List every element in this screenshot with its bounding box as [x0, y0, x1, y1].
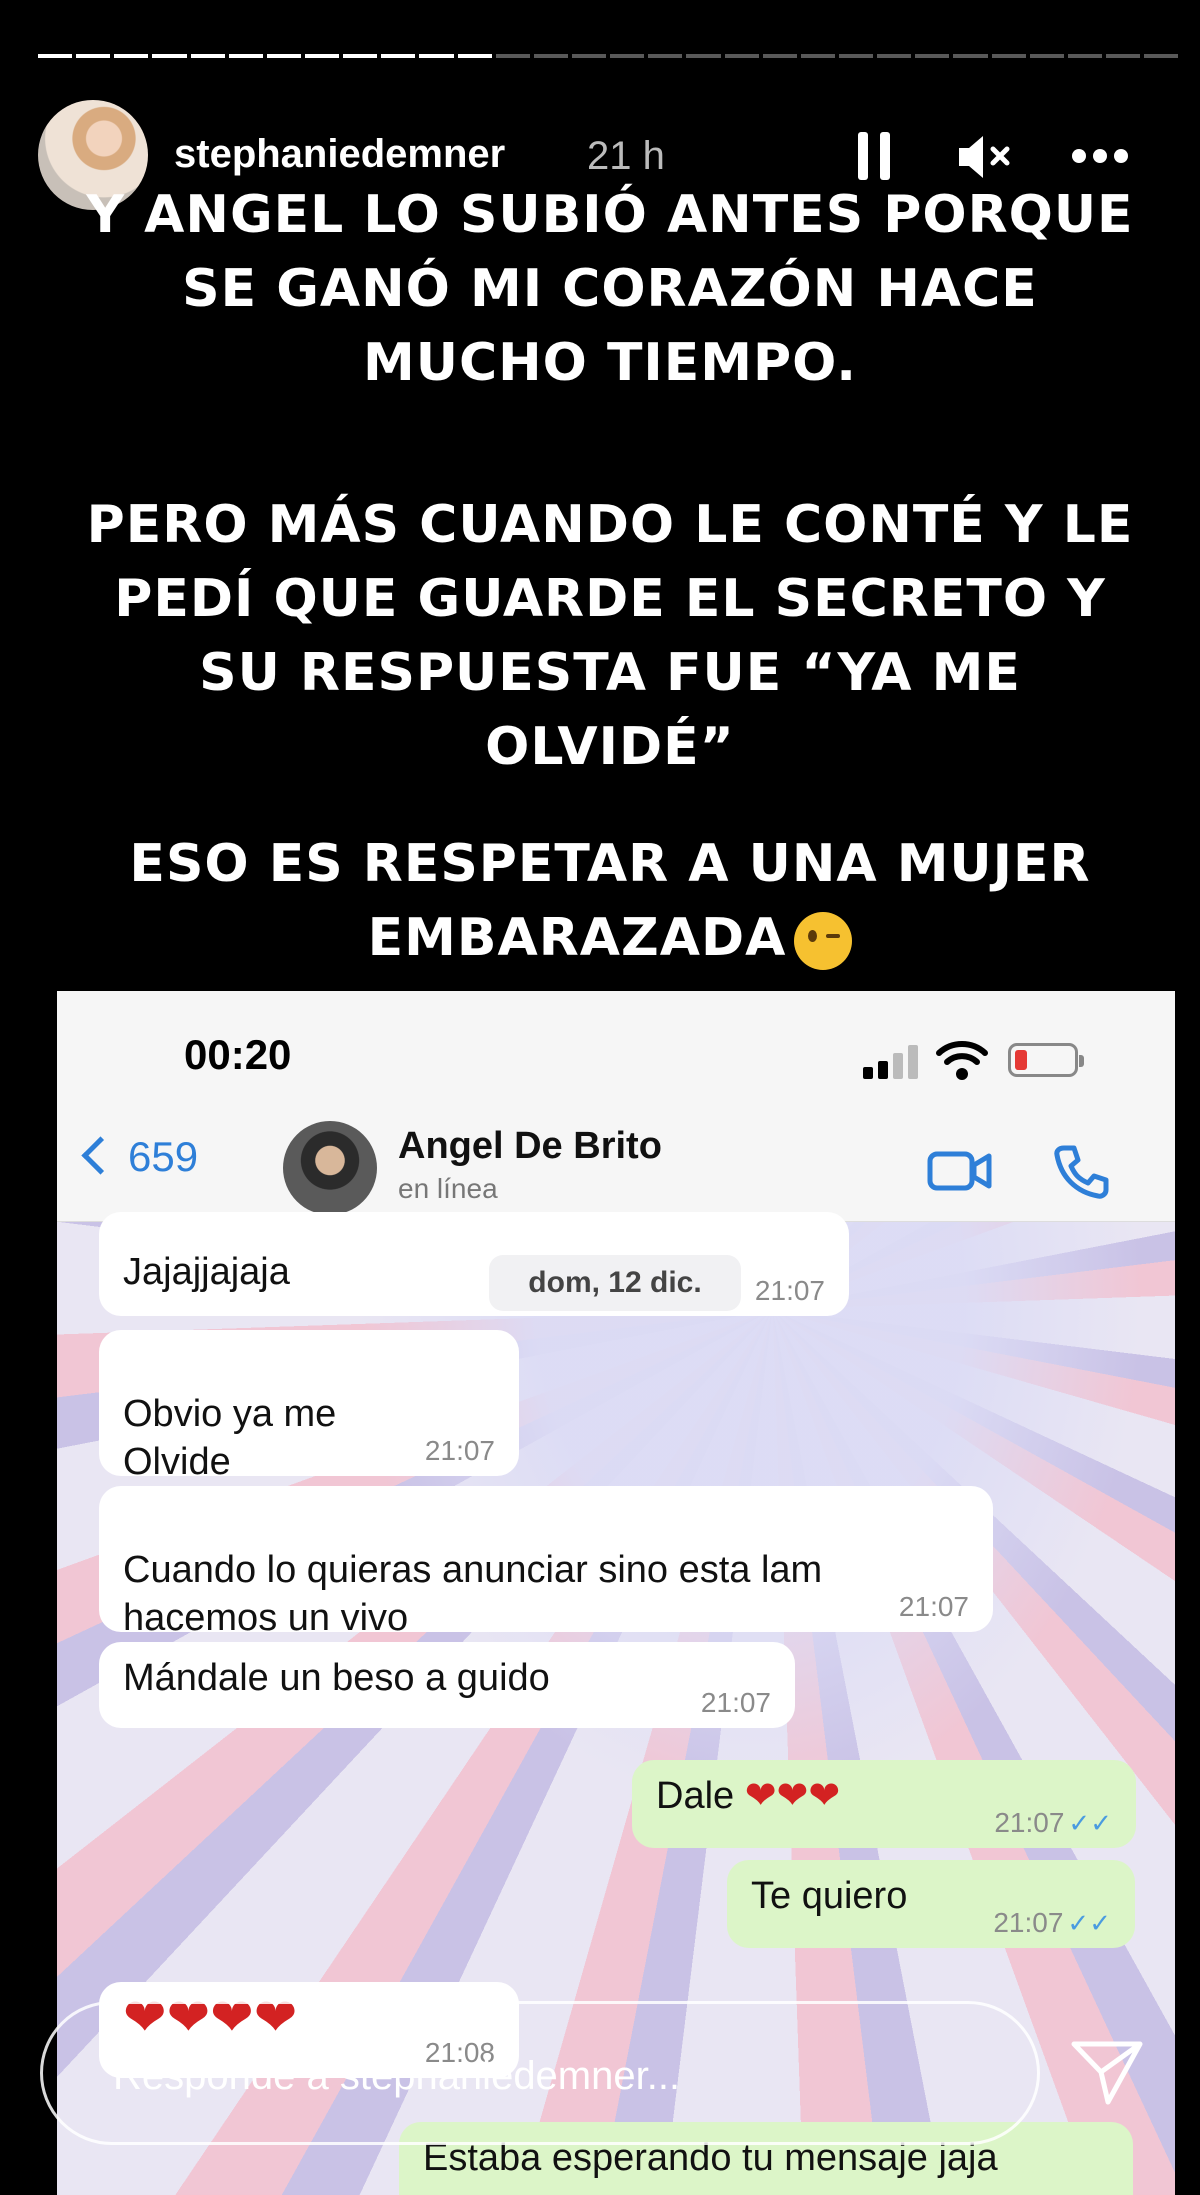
progress-segment [991, 54, 1026, 58]
message-text: Jajajjajaja [123, 1251, 290, 1293]
phone-icon[interactable] [1052, 1143, 1110, 1201]
message-text: Te quiero [751, 1875, 908, 1917]
progress-segment [915, 54, 950, 58]
message-time: 21:07 [898, 1591, 969, 1622]
message-time-text: 21:07 [993, 1907, 1064, 1938]
progress-segment [190, 54, 225, 58]
progress-segment [762, 54, 797, 58]
chat-header: 659 Angel De Brito en línea [57, 1111, 1175, 1222]
story-progress [38, 54, 1179, 59]
caption-line-3: ESO ES RESPETAR A UNA MUJER EMBARAZADA [40, 827, 1180, 975]
caption-line-1: Y ANGEL LO SUBIÓ ANTES PORQUE SE GANÓ MI… [86, 185, 1134, 393]
mute-icon[interactable] [955, 132, 1015, 182]
message-bubble-outgoing: Te quiero 21:07 ✓✓ [727, 1860, 1135, 1948]
wifi-icon [936, 1037, 988, 1081]
wink-emoji-icon [794, 912, 853, 970]
more-icon[interactable] [1072, 148, 1142, 164]
reply-placeholder: Responde a stephaniedemner... [113, 2054, 681, 2098]
message-bubble: Obvio ya me Olvide 21:07 [99, 1330, 519, 1483]
message-time: 21:07 [424, 1435, 495, 1466]
progress-segment [114, 54, 149, 58]
progress-segment [1029, 54, 1064, 58]
contact-avatar[interactable] [283, 1121, 377, 1215]
message-text: Obvio ya me Olvide [123, 1393, 337, 1483]
status-clock: 00:20 [184, 1031, 292, 1078]
progress-segment [571, 54, 607, 58]
hearts-emoji: ❤❤❤ [744, 1775, 841, 1817]
contact-name[interactable]: Angel De Brito [398, 1125, 662, 1168]
reply-input[interactable]: Responde a stephaniedemner... [40, 2001, 1040, 2145]
progress-segment [686, 54, 721, 58]
message-text: Dale [656, 1775, 735, 1817]
pause-icon[interactable] [858, 132, 892, 180]
date-chip: dom, 12 dic. [489, 1255, 741, 1311]
back-button[interactable]: 659 [81, 1133, 199, 1181]
progress-segment [228, 54, 263, 58]
progress-segment [266, 54, 301, 58]
progress-segment [343, 54, 378, 58]
phone-status-bar: 00:20 [57, 991, 1175, 1111]
progress-segment [38, 54, 73, 58]
progress-segment [419, 54, 454, 58]
username[interactable]: stephaniedemner [174, 132, 505, 177]
contact-status: en línea [398, 1173, 498, 1204]
progress-segment [152, 54, 187, 58]
progress-segment [610, 54, 645, 58]
message-text: Mándale un beso a guido [123, 1657, 550, 1699]
caption-line-2: PERO MÁS CUANDO LE CONTÉ Y LE PEDÍ QUE G… [86, 495, 1134, 777]
progress-segment [838, 54, 874, 58]
progress-segment [76, 54, 111, 58]
back-chevron-icon [81, 1136, 120, 1175]
send-icon[interactable] [1068, 2036, 1146, 2108]
progress-segment [1105, 54, 1141, 58]
message-time-text: 21:07 [994, 1807, 1065, 1838]
progress-segment [495, 54, 530, 58]
message-bubble: Mándale un beso a guido 21:07 [99, 1642, 795, 1728]
story-timestamp: 21 h [587, 134, 665, 178]
progress-segment [381, 54, 416, 58]
message-time: 21:07 ✓✓ [993, 1907, 1111, 1939]
message-time: 21:07 [754, 1275, 825, 1306]
message-bubble-outgoing: Dale ❤❤❤ 21:07 ✓✓ [632, 1760, 1136, 1848]
read-ticks-icon: ✓✓ [1067, 1908, 1111, 1938]
progress-segment [1067, 54, 1102, 58]
progress-segment [533, 54, 568, 58]
progress-segment [304, 54, 340, 58]
message-bubble: Cuando lo quieras anunciar sino esta lam… [99, 1486, 993, 1639]
caption-text: ESO ES RESPETAR A UNA MUJER EMBARAZADA [129, 834, 1091, 968]
message-time: 21:07 ✓✓ [994, 1807, 1112, 1839]
message-time: 21:07 [700, 1687, 771, 1718]
back-count: 659 [128, 1133, 199, 1180]
progress-segment [1144, 54, 1179, 58]
message-text: Cuando lo quieras anunciar sino esta lam… [123, 1549, 823, 1639]
progress-segment [800, 54, 835, 58]
video-call-icon[interactable] [927, 1149, 993, 1193]
read-ticks-icon: ✓✓ [1068, 1808, 1112, 1838]
signal-icon [863, 1043, 923, 1079]
progress-segment [877, 54, 912, 58]
battery-icon [1008, 1043, 1084, 1077]
progress-segment [953, 54, 988, 58]
progress-segment [648, 54, 683, 58]
progress-segment [457, 54, 492, 58]
progress-segment [724, 54, 759, 58]
